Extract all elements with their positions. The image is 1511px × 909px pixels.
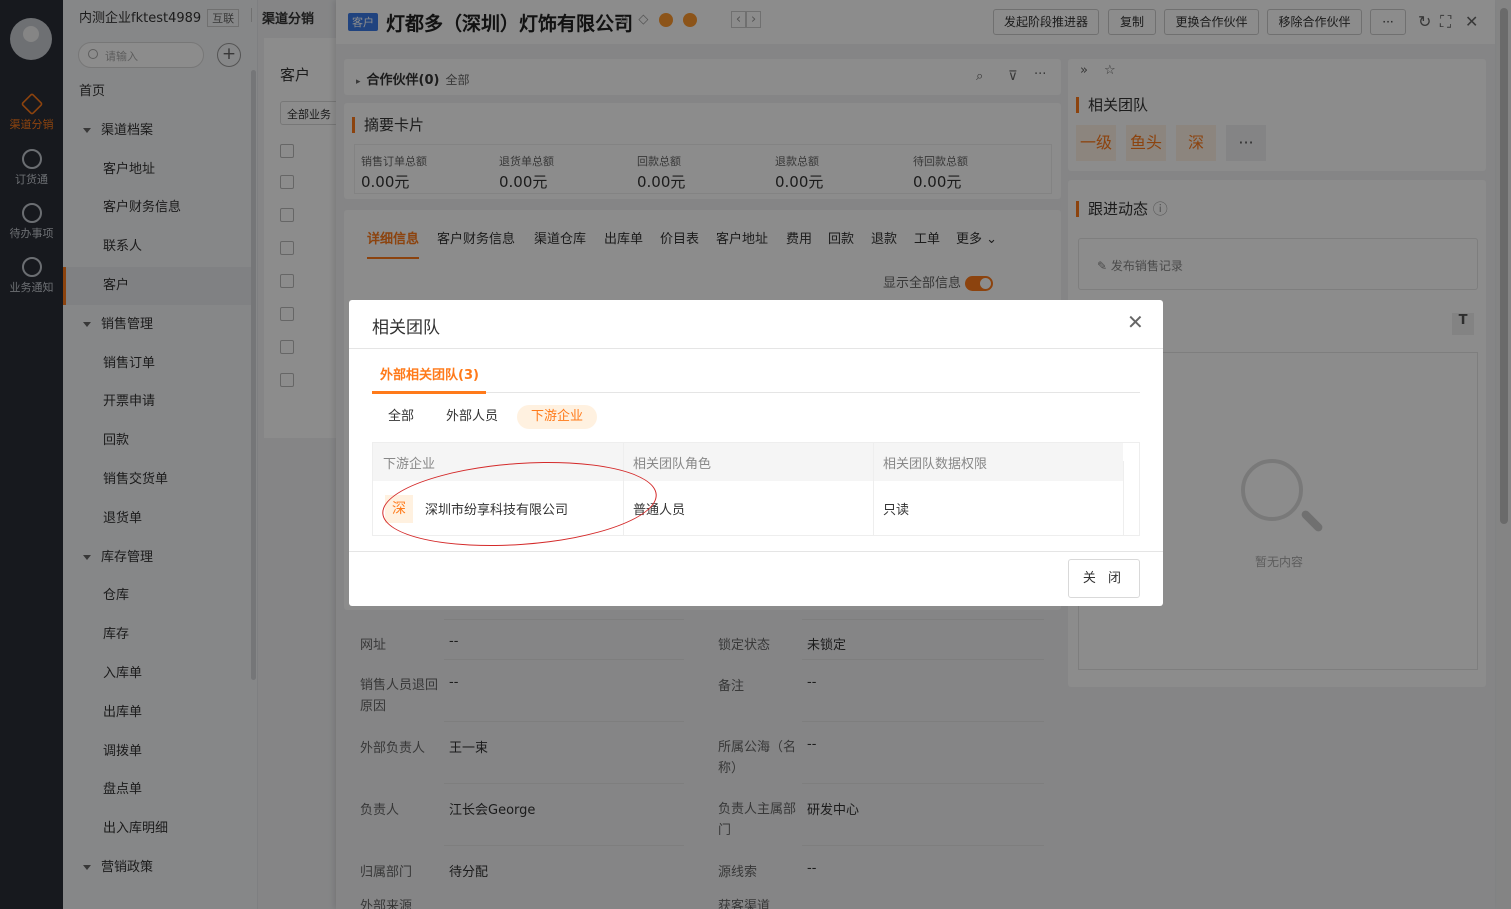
data-permission: 只读: [883, 503, 910, 518]
divider: [349, 551, 1163, 552]
close-button[interactable]: 关 闭: [1068, 559, 1140, 598]
close-icon[interactable]: ✕: [1127, 310, 1144, 334]
chip-downstream[interactable]: 下游企业: [517, 405, 598, 429]
divider: [372, 392, 1140, 393]
divider: [873, 443, 874, 535]
modal-title: 相关团队: [372, 318, 440, 338]
related-team-modal: 相关团队 ✕ 外部相关团队(3) 全部 外部人员 下游企业 下游企业 相关团队角…: [349, 300, 1163, 606]
column-header: 相关团队数据权限: [883, 457, 988, 472]
chip-all[interactable]: 全部: [374, 405, 428, 429]
divider: [349, 348, 1163, 349]
column-header: 下游企业: [383, 457, 436, 472]
table-scrollbar[interactable]: [1123, 461, 1139, 535]
tab-underline: [372, 391, 486, 394]
column-header: 相关团队角色: [633, 457, 712, 472]
tab-external-team[interactable]: 外部相关团队(3): [380, 364, 479, 383]
chip-external-people[interactable]: 外部人员: [432, 405, 512, 429]
